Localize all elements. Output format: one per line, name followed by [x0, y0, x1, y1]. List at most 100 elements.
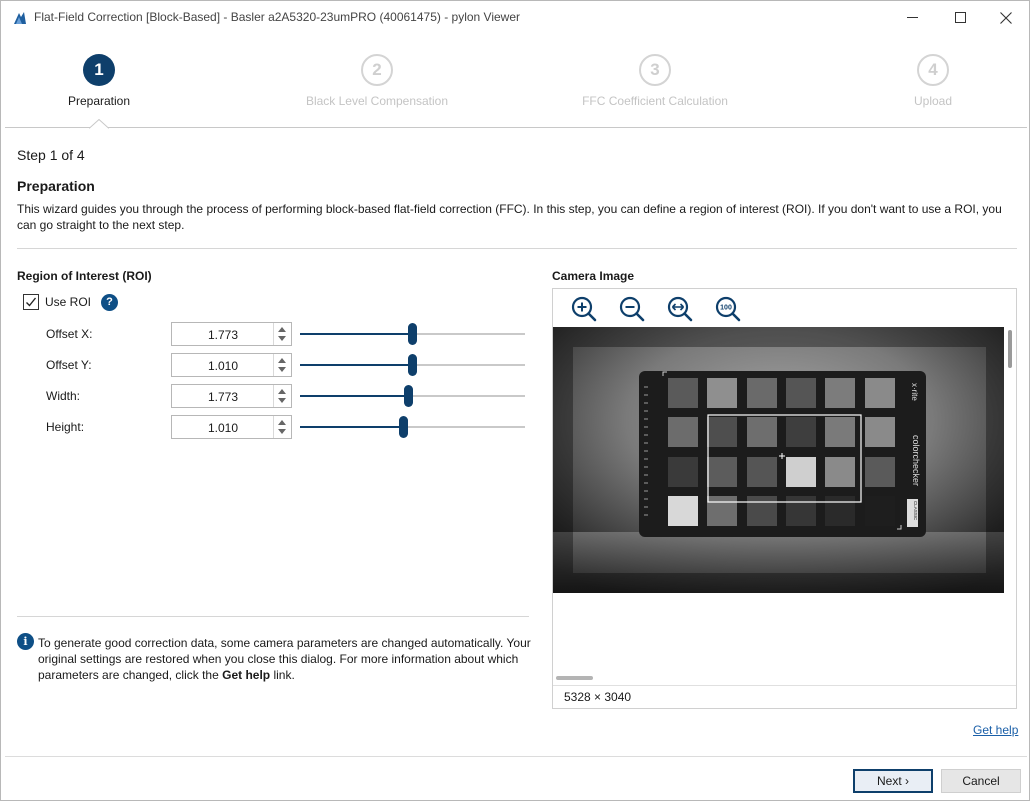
zoom-out-icon[interactable] [618, 295, 646, 323]
camera-image-title: Camera Image [552, 269, 635, 283]
close-button[interactable] [983, 1, 1029, 34]
target-badge: CLASSIC [913, 501, 918, 521]
app-icon [14, 12, 26, 24]
slider-fill [300, 395, 408, 397]
width-row: Width: 1.773 [1, 384, 531, 408]
width-stepper[interactable] [273, 385, 291, 407]
window-title: Flat-Field Correction [Block-Based] - Ba… [34, 10, 521, 24]
offset-x-row: Offset X: 1.773 [1, 322, 531, 346]
step-1: 1 Preparation [0, 54, 199, 108]
height-stepper[interactable] [273, 416, 291, 438]
divider [17, 248, 1017, 249]
height-row: Height: 1.010 [1, 415, 531, 439]
camera-toolbar: 100 [553, 289, 1016, 327]
offset-y-row: Offset Y: 1.010 [1, 353, 531, 377]
roi-section-title: Region of Interest (ROI) [17, 269, 152, 283]
spin-up-icon[interactable] [278, 327, 286, 332]
divider [17, 616, 529, 617]
vertical-scrollbar[interactable] [1004, 327, 1016, 667]
ffc-wizard-window: Flat-Field Correction [Block-Based] - Ba… [0, 0, 1030, 801]
intro-text: This wizard guides you through the proce… [17, 202, 1002, 232]
offset-x-spinbox[interactable]: 1.773 [171, 322, 292, 346]
camera-image: x·rite colorchecker CLASSIC [553, 327, 1006, 593]
step-3: 3 FFC Coefficient Calculation [555, 54, 755, 108]
zoom-in-icon[interactable] [570, 295, 598, 323]
camera-image-panel: 100 x·rite colorchecker CLASSIC 5328 × 3… [552, 288, 1017, 709]
info-icon: i [17, 633, 34, 650]
spin-down-icon[interactable] [278, 367, 286, 372]
step-1-number: 1 [83, 54, 115, 86]
active-step-pointer [89, 119, 109, 129]
slider-thumb[interactable] [408, 354, 417, 376]
close-icon [1000, 11, 1012, 24]
title-bar: Flat-Field Correction [Block-Based] - Ba… [1, 1, 1029, 34]
info-text-link-name: Get help [222, 668, 271, 682]
vertical-scroll-thumb[interactable] [1008, 330, 1012, 368]
zoom-100-icon[interactable]: 100 [714, 295, 742, 323]
page-title: Preparation [17, 178, 95, 194]
maximize-button[interactable] [937, 1, 983, 34]
divider [5, 756, 1027, 757]
slider-fill [300, 426, 403, 428]
step-2-number: 2 [361, 54, 393, 86]
offset-y-label: Offset Y: [46, 358, 92, 372]
offset-y-stepper[interactable] [273, 354, 291, 376]
offset-y-spinbox[interactable]: 1.010 [171, 353, 292, 377]
step-4-label: Upload [913, 94, 953, 108]
fit-width-icon[interactable] [666, 295, 694, 323]
cancel-button[interactable]: Cancel [941, 769, 1021, 793]
slider-thumb[interactable] [408, 323, 417, 345]
horizontal-scroll-thumb[interactable] [556, 676, 593, 680]
offset-x-stepper[interactable] [273, 323, 291, 345]
minimize-button[interactable] [889, 1, 935, 34]
spin-up-icon[interactable] [278, 420, 286, 425]
maximize-icon [954, 12, 966, 23]
spin-down-icon[interactable] [278, 336, 286, 341]
info-text-end: link. [270, 668, 295, 682]
step-3-number: 3 [639, 54, 671, 86]
spin-up-icon[interactable] [278, 358, 286, 363]
slider-fill [300, 364, 412, 366]
slider-fill [300, 333, 412, 335]
offset-y-slider[interactable] [300, 353, 525, 377]
spin-down-icon[interactable] [278, 398, 286, 403]
step-3-label: FFC Coefficient Calculation [582, 94, 728, 108]
use-roi-label[interactable]: Use ROI [45, 295, 91, 309]
step-4-number: 4 [917, 54, 949, 86]
target-name: colorchecker [911, 435, 921, 486]
offset-x-slider[interactable] [300, 322, 525, 346]
divider [553, 685, 1016, 686]
help-icon[interactable]: ? [101, 293, 119, 311]
step-2-label: Black Level Compensation [305, 94, 449, 108]
offset-x-value[interactable]: 1.773 [172, 328, 274, 342]
use-roi-checkbox[interactable] [23, 294, 39, 310]
step-1-label: Preparation [67, 94, 131, 108]
slider-thumb[interactable] [404, 385, 413, 407]
zoom-100-label: 100 [720, 305, 732, 312]
image-dimensions: 5328 × 3040 [564, 690, 632, 704]
info-text: To generate good correction data, some c… [38, 635, 533, 683]
step-4: 4 Upload [833, 54, 1030, 108]
offset-x-label: Offset X: [46, 327, 93, 341]
width-value[interactable]: 1.773 [172, 390, 274, 404]
checkmark-icon [26, 297, 37, 307]
height-value[interactable]: 1.010 [172, 421, 274, 435]
width-label: Width: [46, 389, 81, 403]
step-2: 2 Black Level Compensation [277, 54, 477, 108]
offset-y-value[interactable]: 1.010 [172, 359, 274, 373]
camera-image-view[interactable]: x·rite colorchecker CLASSIC [553, 327, 1006, 593]
height-label: Height: [46, 420, 85, 434]
height-slider[interactable] [300, 415, 525, 439]
height-spinbox[interactable]: 1.010 [171, 415, 292, 439]
step-counter: Step 1 of 4 [17, 147, 85, 163]
spin-down-icon[interactable] [278, 429, 286, 434]
slider-thumb[interactable] [399, 416, 408, 438]
width-slider[interactable] [300, 384, 525, 408]
get-help-link[interactable]: Get help [973, 723, 1018, 737]
wizard-stepper: 1 Preparation 2 Black Level Compensation… [5, 34, 1030, 129]
width-spinbox[interactable]: 1.773 [171, 384, 292, 408]
next-button[interactable]: Next › [853, 769, 933, 793]
spin-up-icon[interactable] [278, 389, 286, 394]
minimize-icon [906, 17, 918, 18]
use-roi-row: Use ROI ? [23, 293, 119, 311]
